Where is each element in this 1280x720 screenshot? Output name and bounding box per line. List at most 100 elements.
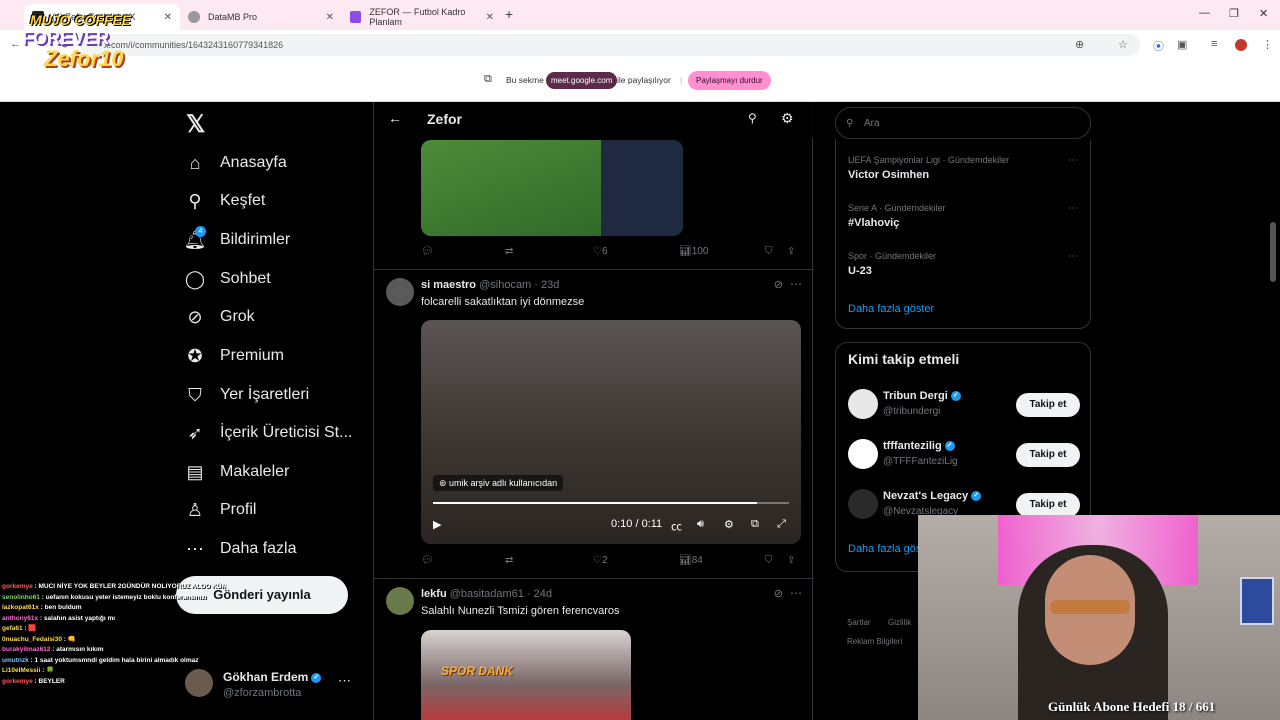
media-icon[interactable]: ≡: [1211, 38, 1217, 50]
chat-username: Li10elMessii: [2, 667, 41, 674]
bookmark-star-icon[interactable]: ☆: [1118, 38, 1128, 51]
trend-title: Victor Osimhen: [848, 169, 930, 181]
maximize-icon[interactable]: ❐: [1229, 7, 1239, 20]
sidebar-item-home[interactable]: ⌂ Anasayfa: [185, 145, 287, 181]
follow-button[interactable]: Takip et: [1016, 493, 1080, 517]
search-icon: ⚲: [846, 118, 854, 129]
chat-message: umutnzk : 1 saat yoktumsmndi geldim hala…: [2, 656, 227, 667]
chat-text: MUCI NİYE YOK BEYLER 2GÜNDÜR NOLIYORUZ A…: [38, 583, 228, 590]
sidebar-item-chat[interactable]: ◯ Sohbet: [185, 261, 271, 297]
repost-icon[interactable]: ⇄: [505, 555, 513, 566]
x-logo-icon[interactable]: 𝕏: [186, 110, 205, 139]
sidebar-item-premium[interactable]: ✪ Premium: [185, 338, 284, 374]
sidebar-item-more[interactable]: ⋯ Daha fazla: [185, 531, 297, 567]
repost-icon[interactable]: ⇄: [505, 246, 513, 257]
feed-header: ← Zefor ⚲ ⚙: [374, 102, 814, 138]
bookmark-icon: ⛉: [188, 384, 202, 405]
search-input[interactable]: ⚲ Ara: [835, 107, 1091, 139]
search-icon[interactable]: ⚲: [748, 111, 757, 125]
trend-item[interactable]: Serie A · Gündemdekiler #Vlahoviç: [848, 203, 946, 229]
new-tab-icon[interactable]: +: [505, 6, 513, 22]
footer-link-terms[interactable]: Şartlar: [847, 618, 871, 627]
menu-icon[interactable]: ⋮: [1262, 38, 1273, 51]
reply-icon[interactable]: 💬︎: [421, 555, 434, 566]
video-player[interactable]: ⊛ umik arşiv adlı kullanıcıdan ▶ 0:10 / …: [421, 320, 801, 544]
sidebar-item-profile[interactable]: ♙ Profil: [185, 492, 257, 528]
back-arrow-icon[interactable]: ←: [388, 110, 402, 126]
show-more-link[interactable]: Daha fazla gös: [848, 543, 921, 555]
post-more-icon[interactable]: ⋯: [790, 586, 802, 600]
puzzle-icon[interactable]: ▣: [1177, 38, 1187, 51]
post-more-icon[interactable]: ⋯: [790, 277, 802, 291]
trend-item[interactable]: UEFA Şampiyonlar Ligi · Gündemdekiler Vic…: [848, 155, 1009, 181]
settings-icon[interactable]: ⚙: [724, 518, 734, 531]
footer-link-privacy[interactable]: Gizlilik: [888, 618, 911, 627]
follow-button[interactable]: Takip et: [1016, 443, 1080, 467]
grok-post-icon[interactable]: ⊘: [774, 587, 783, 600]
captions-icon[interactable]: ㏄: [671, 518, 682, 534]
tab-zefor-kadro[interactable]: ZEFOR — Futbol Kadro Planlam ✕: [342, 4, 502, 30]
share-icon[interactable]: ⇪: [787, 555, 795, 566]
author-name: si maestro: [421, 279, 477, 291]
close-tab-icon[interactable]: ✕: [326, 12, 334, 23]
extension-icon[interactable]: ⦿: [1153, 38, 1164, 54]
post-text: Salahlı Nunezli Tsmizi gören ferencvaros: [421, 605, 620, 617]
sidebar-item-label: Profil: [220, 501, 257, 518]
gear-icon[interactable]: ⚙: [781, 110, 794, 127]
show-more-link[interactable]: Daha fazla göster: [848, 303, 934, 315]
like-button[interactable]: ♡ 6: [593, 246, 608, 257]
window-close-icon[interactable]: ✕: [1259, 7, 1268, 20]
sidebar-item-explore[interactable]: ⚲ Keşfet: [185, 183, 265, 219]
verified-badge-icon: ✓: [944, 441, 955, 452]
sidebar-item-grok[interactable]: ⊘ Grok: [185, 299, 254, 335]
footer-link-ads-info[interactable]: Reklam Bilgileri: [847, 637, 902, 646]
avatar: [848, 439, 878, 469]
views-button[interactable]: 📊︎ 100: [679, 246, 708, 257]
post-media-image[interactable]: SPOR DANK: [421, 630, 631, 720]
share-icon[interactable]: ⇪: [787, 246, 795, 257]
account-name-wrap: Gökhan Erdem ✓: [223, 670, 322, 684]
chat-username: lazkopat61x: [2, 604, 39, 611]
sidebar-item-articles[interactable]: ▤ Makaleler: [185, 454, 289, 490]
account-handle: @zforzambrotta: [223, 687, 302, 699]
profile-avatar-icon[interactable]: [1235, 39, 1247, 51]
stream-thumbnail-image: [601, 140, 683, 236]
sidebar-item-creator-studio[interactable]: ➶ İçerik Üreticisi St...: [185, 415, 352, 451]
address-bar[interactable]: x.com/i/communities/1643243160779341826: [80, 34, 1140, 56]
follow-suggestion[interactable]: Tribun Dergi ✓ @tribundergi Takip et: [848, 389, 1080, 425]
tab-datamb[interactable]: DataMB Pro ✕: [180, 4, 342, 30]
zoom-icon[interactable]: ⊕: [1075, 38, 1084, 51]
volume-icon[interactable]: 🔊︎: [697, 518, 704, 531]
sidebar-item-bookmarks[interactable]: ⛉ Yer İşaretleri: [185, 377, 309, 413]
account-name: Gökhan Erdem: [223, 670, 309, 684]
view-count: 84: [691, 555, 703, 566]
sidebar-item-notifications[interactable]: 🔔︎ 4 Bildirimler: [184, 222, 290, 258]
trend-more-icon[interactable]: ⋯: [1068, 251, 1078, 262]
play-icon[interactable]: ▶: [433, 518, 441, 531]
trend-title: U-23: [848, 265, 872, 277]
account-more-icon[interactable]: ⋯: [338, 673, 351, 689]
follow-button[interactable]: Takip et: [1016, 393, 1080, 417]
chat-username: gefa61: [2, 625, 23, 632]
close-tab-icon[interactable]: ✕: [486, 12, 494, 23]
video-progress-bar[interactable]: [433, 502, 789, 504]
minimize-icon[interactable]: —: [1199, 7, 1210, 19]
trend-item[interactable]: Spor · Gündemdekiler U-23: [848, 251, 936, 277]
bookmark-post-icon[interactable]: ⛉: [765, 555, 773, 566]
post-lekfu[interactable]: lekfu @basitadam61 · 24d ⊘ ⋯ Salahlı Nun…: [374, 579, 814, 629]
like-button[interactable]: ♡ 2: [593, 555, 608, 566]
search-placeholder: Ara: [864, 118, 880, 129]
back-icon[interactable]: ←: [10, 38, 21, 50]
pip-icon[interactable]: ⧉: [751, 518, 759, 531]
views-button[interactable]: 📊︎ 84: [679, 555, 703, 566]
scrollbar[interactable]: [1270, 222, 1276, 282]
trend-more-icon[interactable]: ⋯: [1068, 203, 1078, 214]
grok-post-icon[interactable]: ⊘: [774, 278, 783, 291]
follow-suggestion[interactable]: tfffantezilig ✓ @TFFFanteziLig Takip et: [848, 439, 1080, 475]
bookmark-post-icon[interactable]: ⛉: [765, 246, 773, 257]
reply-icon[interactable]: 💬︎: [421, 246, 434, 257]
stop-share-button[interactable]: Paylaşmayı durdur: [688, 71, 771, 90]
fullscreen-icon[interactable]: ⤢: [777, 518, 786, 531]
post-media-image[interactable]: [421, 140, 683, 236]
trend-more-icon[interactable]: ⋯: [1068, 155, 1078, 166]
